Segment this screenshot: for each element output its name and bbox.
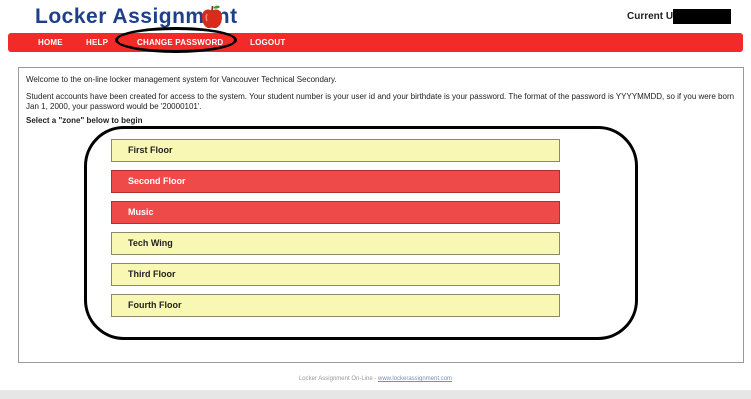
apple-logo-icon — [202, 5, 222, 29]
footer-link[interactable]: www.lockerassignment.com — [378, 376, 452, 382]
nav-bar: HOME HELP CHANGE PASSWORD LOGOUT — [8, 33, 743, 52]
zone-first-floor[interactable]: First Floor — [111, 139, 560, 162]
nav-home-link[interactable]: HOME — [38, 38, 63, 47]
bottom-bar — [0, 390, 751, 399]
select-zone-prompt: Select a "zone" below to begin — [26, 116, 143, 125]
page-header: Locker Assignment Current User: — [0, 0, 751, 32]
footer-text: Locker Assignment On-Line - — [298, 376, 378, 382]
accounts-info-text: Student accounts have been created for a… — [26, 92, 735, 111]
nav-change-password-link[interactable]: CHANGE PASSWORD — [137, 38, 223, 47]
zone-third-floor[interactable]: Third Floor — [111, 263, 560, 286]
footer: Locker Assignment On-Line - www.lockeras… — [0, 376, 751, 382]
redacted-username — [673, 9, 731, 24]
nav-help-link[interactable]: HELP — [86, 38, 108, 47]
zone-tech-wing[interactable]: Tech Wing — [111, 232, 560, 255]
zone-fourth-floor[interactable]: Fourth Floor — [111, 294, 560, 317]
zone-music[interactable]: Music — [111, 201, 560, 224]
nav-logout-link[interactable]: LOGOUT — [250, 38, 285, 47]
zone-second-floor[interactable]: Second Floor — [111, 170, 560, 193]
welcome-text: Welcome to the on-line locker management… — [26, 75, 337, 84]
